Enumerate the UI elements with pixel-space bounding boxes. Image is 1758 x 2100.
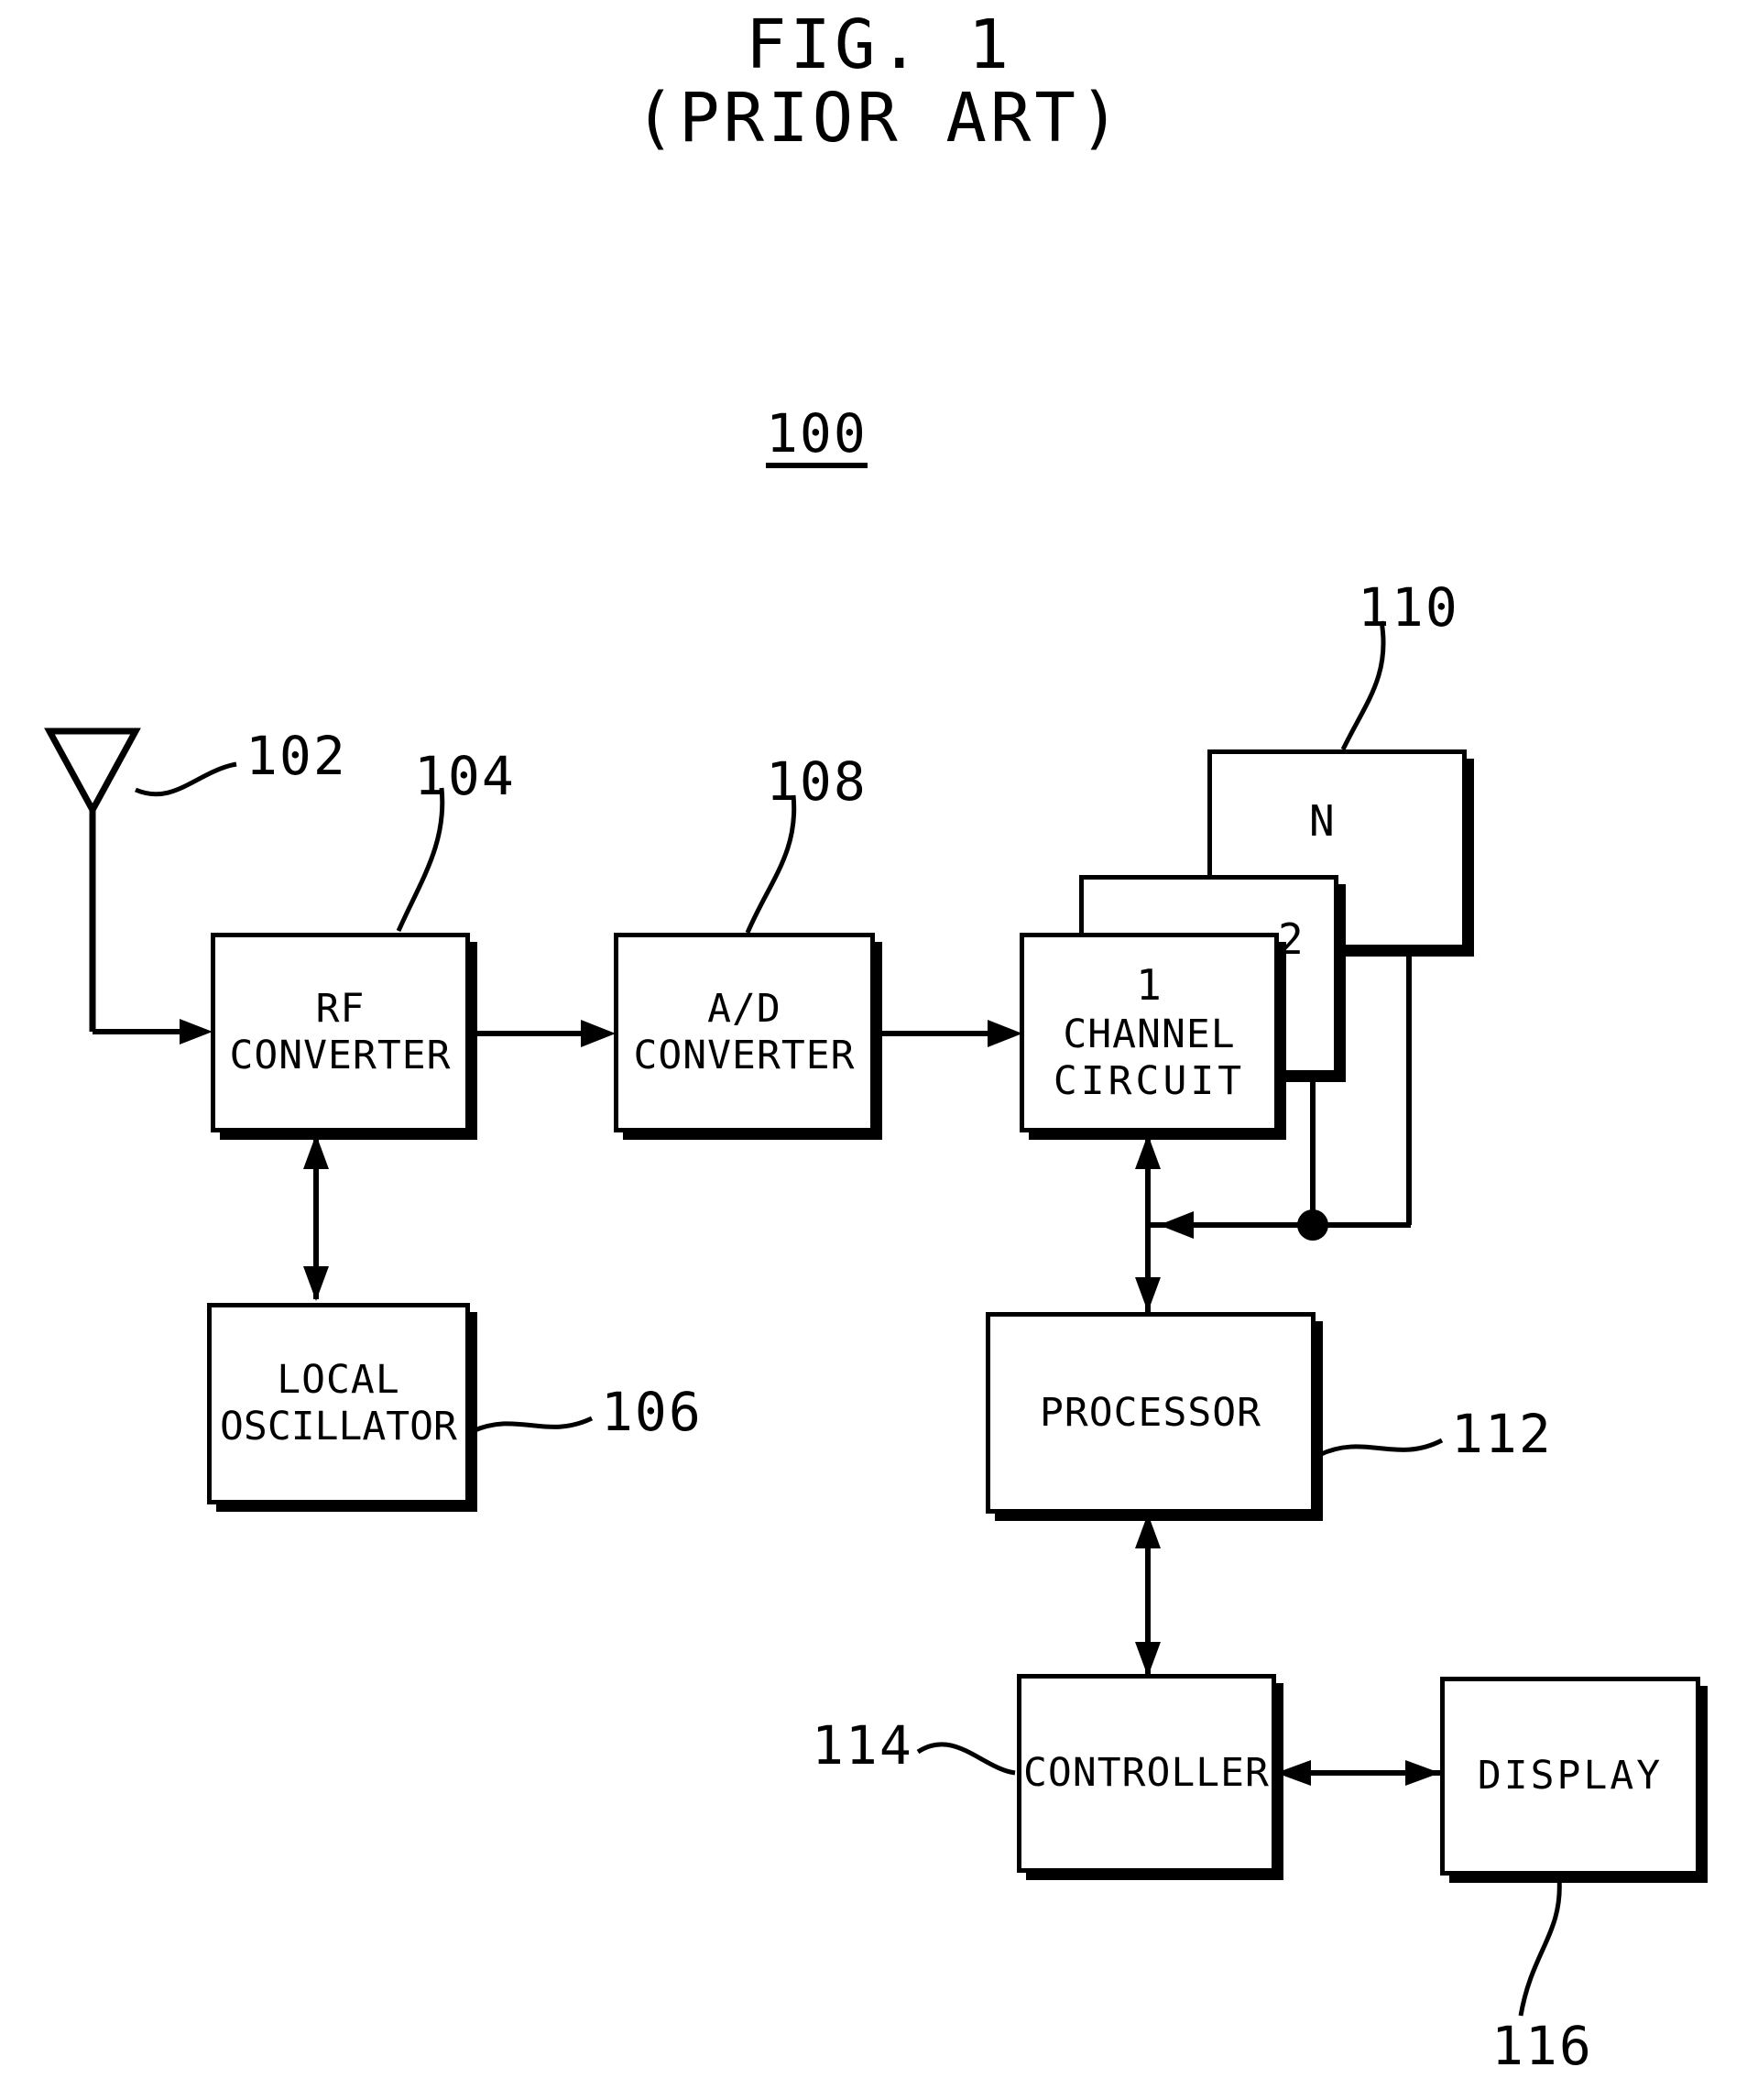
arrow-to-processor-up bbox=[1135, 1514, 1161, 1548]
rf-converter-label-line2: CONVERTER bbox=[229, 1033, 452, 1078]
reference-numeral-112: 112 bbox=[1451, 1403, 1553, 1465]
ad-converter-label-line1: A/D bbox=[707, 986, 781, 1033]
arrow-bus-to-trunk bbox=[1159, 1211, 1194, 1239]
controller-label: CONTROLLER bbox=[1023, 1750, 1270, 1797]
ad-converter-box[interactable]: A/D CONVERTER bbox=[614, 933, 875, 1132]
antenna-symbol bbox=[44, 727, 141, 817]
arrow-antenna-to-rf bbox=[180, 1019, 213, 1045]
rf-converter-box[interactable]: RF CONVERTER bbox=[211, 933, 470, 1132]
channel-circuit-2-index: 2 bbox=[1278, 914, 1305, 964]
arrow-to-controller-down bbox=[1135, 1642, 1161, 1677]
processor-box[interactable]: PROCESSOR bbox=[986, 1312, 1316, 1514]
reference-numeral-104: 104 bbox=[414, 745, 516, 807]
figure-title: FIG. 1 bbox=[745, 5, 1013, 84]
arrow-rf-to-ad bbox=[581, 1020, 616, 1047]
arrow-ad-to-channel bbox=[988, 1020, 1022, 1047]
reference-numeral-116: 116 bbox=[1491, 2015, 1593, 2077]
local-oscillator-label-line1: LOCAL bbox=[277, 1357, 400, 1404]
arrow-display-to-controller bbox=[1276, 1760, 1311, 1786]
rf-converter-label-line1: RF bbox=[315, 986, 366, 1033]
reference-numeral-114: 114 bbox=[812, 1714, 913, 1777]
reference-numeral-102: 102 bbox=[246, 725, 347, 787]
channel-circuit-label-line1: CHANNEL bbox=[1063, 1012, 1236, 1058]
patent-figure-page: FIG. 1 (PRIOR ART) 100 N 2 1 CHANNEL CIR… bbox=[0, 0, 1758, 2100]
arrow-controller-to-display bbox=[1405, 1760, 1440, 1786]
display-box[interactable]: DISPLAY bbox=[1440, 1677, 1700, 1876]
arrow-to-channel-up bbox=[1135, 1134, 1161, 1169]
channel-circuit-1-index: 1 bbox=[1136, 960, 1163, 1011]
channel-circuit-n-index: N bbox=[1309, 796, 1336, 846]
arrow-to-processor-down bbox=[1135, 1277, 1161, 1312]
bus-junction-dot bbox=[1297, 1209, 1328, 1241]
local-oscillator-box[interactable]: LOCAL OSCILLATOR bbox=[207, 1303, 470, 1504]
arrow-rf-to-lo-down bbox=[303, 1266, 329, 1301]
controller-box[interactable]: CONTROLLER bbox=[1017, 1674, 1276, 1873]
arrow-lo-to-rf-up bbox=[303, 1134, 329, 1169]
ad-converter-label-line2: CONVERTER bbox=[633, 1033, 856, 1078]
channel-circuit-label-line2: CIRCUIT bbox=[1053, 1058, 1246, 1105]
reference-numeral-108: 108 bbox=[766, 750, 868, 813]
reference-numeral-110: 110 bbox=[1358, 576, 1459, 639]
processor-label: PROCESSOR bbox=[1040, 1389, 1261, 1436]
reference-numeral-106: 106 bbox=[601, 1381, 703, 1443]
display-label: DISPLAY bbox=[1477, 1753, 1664, 1799]
channel-circuit-1-box[interactable]: 1 CHANNEL CIRCUIT bbox=[1020, 933, 1279, 1132]
system-reference-numeral: 100 bbox=[766, 407, 868, 468]
figure-subtitle-prior-art: (PRIOR ART) bbox=[634, 79, 1124, 158]
local-oscillator-label-line2: OSCILLATOR bbox=[220, 1404, 457, 1449]
